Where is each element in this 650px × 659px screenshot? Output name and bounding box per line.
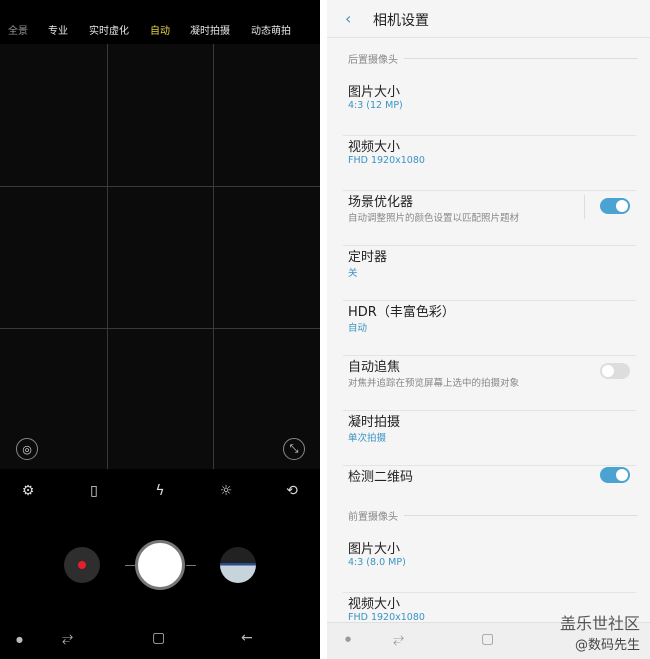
setting-tracking-af[interactable]: 自动追焦对焦并追踪在预览屏幕上选中的拍摄对象 [327, 356, 650, 411]
grid-line [213, 44, 214, 469]
label: HDR（丰富色彩） [348, 305, 455, 320]
switch-camera-icon[interactable]: ⟲ [282, 483, 302, 499]
description: 对焦并追踪在预览屏幕上选中的拍摄对象 [348, 378, 520, 389]
effects-icon[interactable]: ☼ [216, 483, 236, 499]
value: 单次拍摄 [348, 433, 387, 444]
scene-optimizer-toggle[interactable] [600, 198, 630, 214]
settings-screen: ‹ 相机设置 后置摄像头 图片大小 4:3 (12 MP) 视频大小 FHD 192… [327, 0, 650, 659]
setting-front-picture-size[interactable]: 图片大小 4:3 (8.0 MP) [327, 538, 650, 593]
mode-ar-emoji[interactable]: 动态萌拍 [251, 22, 291, 37]
dot-icon: ● [16, 635, 23, 644]
section-rear: 后置摄像头 [348, 51, 638, 66]
viewfinder[interactable] [0, 44, 320, 469]
recents-icon[interactable]: ⥂ [393, 631, 404, 647]
qr-detect-toggle[interactable] [600, 467, 630, 483]
settings-icon[interactable]: ⚙ [18, 483, 38, 499]
label: 视频大小 [348, 597, 401, 612]
page-title: 相机设置 [373, 13, 429, 29]
value: 自动 [348, 323, 368, 334]
recents-icon[interactable]: ⥂ [62, 630, 73, 646]
mode-bar: 全景 专业 实时虚化 自动 凝时拍摄 动态萌拍 [0, 22, 320, 40]
record-button[interactable] [64, 547, 100, 583]
grid-line [107, 44, 108, 469]
mode-live-focus[interactable]: 实时虚化 [89, 22, 129, 37]
tracking-af-toggle[interactable] [600, 363, 630, 379]
grid-line [0, 186, 320, 187]
setting-hyperlapse[interactable]: 凝时拍摄 单次拍摄 [327, 411, 650, 466]
home-icon[interactable]: ▢ [152, 630, 165, 646]
shutter-line [186, 565, 196, 566]
camera-screen: 全景 专业 实时虚化 自动 凝时拍摄 动态萌拍 ◎ ⤡ ⚙ ▯ ϟ ☼ ⟲ ● … [0, 0, 320, 659]
grid-line [0, 328, 320, 329]
setting-qr-detect[interactable]: 检测二维码 [327, 466, 650, 504]
label: 视频大小 [348, 140, 401, 155]
back-icon[interactable]: ← [241, 630, 253, 646]
value: 关 [348, 268, 358, 279]
shutter-button[interactable] [135, 540, 185, 590]
section-front: 前置摄像头 [348, 508, 638, 523]
label: 凝时拍摄 [348, 415, 401, 430]
mode-panorama[interactable]: 全景 [8, 22, 28, 37]
label: 场景优化器 [348, 195, 414, 210]
value: 4:3 (12 MP) [348, 100, 403, 111]
eye-icon[interactable]: ◎ [16, 438, 38, 460]
header: ‹ 相机设置 [327, 0, 650, 38]
setting-hdr[interactable]: HDR（丰富色彩） 自动 [327, 301, 650, 356]
label: 图片大小 [348, 542, 401, 557]
watermark-line2: @数码先生 [574, 638, 640, 653]
mode-auto[interactable]: 自动 [150, 22, 170, 37]
gallery-thumbnail[interactable] [220, 547, 256, 583]
mode-hyperlapse[interactable]: 凝时拍摄 [190, 22, 230, 37]
watermark-line1: 盖乐世社区 [559, 614, 640, 633]
label: 定时器 [348, 250, 388, 265]
label: 检测二维码 [348, 470, 414, 485]
label: 自动追焦 [348, 360, 401, 375]
description: 自动调整照片的颜色设置以匹配照片题材 [348, 213, 520, 224]
setting-scene-optimizer[interactable]: 场景优化器自动调整照片的颜色设置以匹配照片题材 [327, 191, 650, 246]
collapse-icon[interactable]: ⤡ [283, 438, 305, 460]
aspect-ratio-icon[interactable]: ▯ [84, 483, 104, 499]
setting-video-size[interactable]: 视频大小 FHD 1920x1080 [327, 136, 650, 191]
back-button[interactable]: ‹ [345, 9, 351, 28]
label: 图片大小 [348, 85, 401, 100]
setting-picture-size[interactable]: 图片大小 4:3 (12 MP) [327, 81, 650, 136]
flash-off-icon[interactable]: ϟ [150, 483, 170, 499]
mode-pro[interactable]: 专业 [48, 22, 68, 37]
home-icon[interactable]: ▢ [481, 631, 494, 647]
value: FHD 1920x1080 [348, 155, 425, 166]
dot-icon: ● [345, 635, 352, 643]
shutter-line [125, 565, 135, 566]
value: 4:3 (8.0 MP) [348, 557, 406, 568]
setting-timer[interactable]: 定时器关 [327, 246, 650, 301]
